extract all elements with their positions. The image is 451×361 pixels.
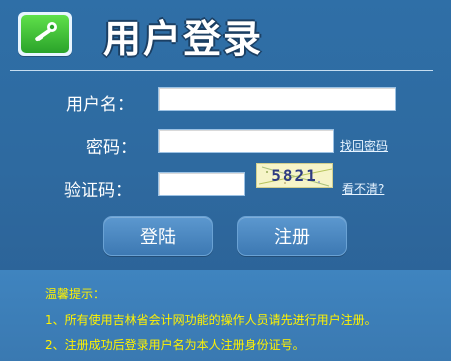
- login-button[interactable]: 登陆: [103, 216, 213, 256]
- tip-line-1: 1、所有使用吉林省会计网功能的操作人员请先进行用户注册。: [45, 313, 377, 327]
- login-form: 用户名： 密码： 找回密码 验证码： 5821 看不清? 登陆 注册: [0, 80, 451, 270]
- password-label: 密码：: [86, 138, 137, 158]
- username-label: 用户名：: [66, 95, 134, 115]
- tip-line-2: 2、注册成功后登录用户名为本人注册身份证号。: [45, 338, 305, 352]
- key-icon-glyph: [35, 22, 57, 42]
- tips-title: 温馨提示：: [45, 287, 106, 301]
- captcha-image[interactable]: 5821: [256, 163, 333, 188]
- register-button[interactable]: 注册: [237, 216, 347, 256]
- captcha-text: 5821: [271, 166, 318, 185]
- page-title: 用户登录: [103, 17, 264, 61]
- login-page: 用户登录 用户名： 密码： 找回密码 验证码： 5821 看不清? 登陆 注册 …: [0, 0, 451, 361]
- header-divider: [10, 70, 433, 71]
- refresh-captcha-link[interactable]: 看不清?: [342, 180, 384, 197]
- captcha-label: 验证码：: [64, 181, 132, 201]
- forgot-password-link[interactable]: 找回密码: [340, 137, 388, 154]
- key-icon: [18, 12, 72, 56]
- tips-panel: 温馨提示： 1、所有使用吉林省会计网功能的操作人员请先进行用户注册。 2、注册成…: [0, 270, 451, 361]
- key-icon-tile: [21, 15, 69, 53]
- password-input[interactable]: [158, 129, 334, 153]
- username-input[interactable]: [158, 87, 396, 111]
- header: 用户登录: [0, 0, 451, 70]
- captcha-input[interactable]: [158, 172, 245, 196]
